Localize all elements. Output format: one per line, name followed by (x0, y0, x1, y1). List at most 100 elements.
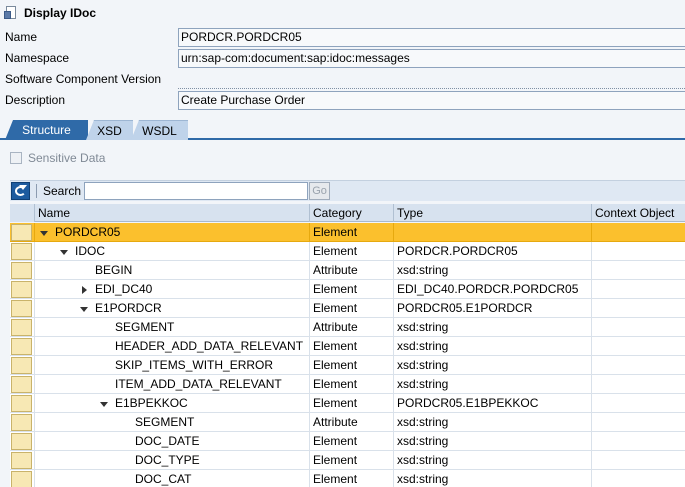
table-row[interactable]: E1BPEKKOC Element PORDCR05.E1BPEKKOC (10, 394, 685, 413)
cell-context (591, 242, 685, 261)
column-header-type[interactable]: Type (393, 204, 591, 222)
tab-wsdl[interactable]: WSDL (131, 120, 188, 140)
table-row[interactable]: DOC_DATE Element xsd:string (10, 432, 685, 451)
sensitive-data-label: Sensitive Data (28, 151, 106, 165)
sensitive-data-checkbox[interactable] (10, 152, 22, 164)
table-row[interactable]: DOC_TYPE Element xsd:string (10, 451, 685, 470)
table-row[interactable]: SKIP_ITEMS_WITH_ERROR Element xsd:string (10, 356, 685, 375)
table-row[interactable]: SEGMENT Attribute xsd:string (10, 413, 685, 432)
cell-type: PORDCR05.E1PORDCR (393, 299, 591, 318)
cell-category: Element (309, 299, 393, 318)
cell-context (591, 223, 685, 242)
software-component-row: Software Component Version (0, 69, 685, 90)
row-selector[interactable] (11, 281, 32, 298)
cell-type: xsd:string (393, 318, 591, 337)
row-selector[interactable] (11, 319, 32, 336)
row-selector[interactable] (11, 471, 32, 487)
namespace-field[interactable]: urn:sap-com:document:sap:idoc:messages (178, 49, 685, 68)
cell-context (591, 451, 685, 470)
cell-name: DOC_CAT (34, 470, 309, 487)
column-header-category[interactable]: Category (309, 204, 393, 222)
structure-toolbar: Search Go (10, 180, 685, 201)
row-selector[interactable] (11, 224, 32, 241)
row-selector[interactable] (11, 300, 32, 317)
cell-type: xsd:string (393, 470, 591, 487)
cell-category: Element (309, 432, 393, 451)
node-name: DOC_TYPE (135, 453, 200, 467)
column-header-name[interactable]: Name (34, 204, 309, 222)
expand-arrow-down-icon[interactable] (79, 304, 89, 314)
node-name: PORDCR05 (55, 225, 121, 239)
tab-strip: Structure XSD WSDL (0, 118, 685, 140)
node-name: EDI_DC40 (95, 282, 153, 296)
cell-name: SEGMENT (34, 318, 309, 337)
table-row[interactable]: EDI_DC40 Element EDI_DC40.PORDCR.PORDCR05 (10, 280, 685, 299)
refresh-button[interactable] (11, 182, 30, 200)
table-row[interactable]: SEGMENT Attribute xsd:string (10, 318, 685, 337)
column-header-context-object[interactable]: Context Object (591, 204, 685, 222)
table-row[interactable]: HEADER_ADD_DATA_RELEVANT Element xsd:strin… (10, 337, 685, 356)
cell-type: xsd:string (393, 375, 591, 394)
node-name: SEGMENT (135, 415, 195, 429)
table-row[interactable]: BEGIN Attribute xsd:string (10, 261, 685, 280)
name-field[interactable]: PORDCR.PORDCR05 (178, 28, 685, 47)
software-component-field[interactable] (178, 70, 685, 89)
expand-arrow-down-icon[interactable] (59, 247, 69, 257)
cell-name: HEADER_ADD_DATA_RELEVANT (34, 337, 309, 356)
node-name: E1BPEKKOC (115, 396, 188, 410)
description-label: Description (5, 93, 66, 107)
cell-name: SEGMENT (34, 413, 309, 432)
tab-xsd[interactable]: XSD (86, 120, 133, 140)
cell-name: DOC_TYPE (34, 451, 309, 470)
cell-context (591, 470, 685, 487)
description-field[interactable]: Create Purchase Order (178, 91, 685, 110)
cell-category: Element (309, 223, 393, 242)
row-selector[interactable] (11, 338, 32, 355)
cell-name: ITEM_ADD_DATA_RELEVANT (34, 375, 309, 394)
table-row[interactable]: IDOC Element PORDCR.PORDCR05 (10, 242, 685, 261)
go-button[interactable]: Go (309, 182, 331, 200)
table-row[interactable]: ITEM_ADD_DATA_RELEVANT Element xsd:string (10, 375, 685, 394)
cell-category: Element (309, 394, 393, 413)
search-label: Search (43, 184, 82, 198)
toolbar-separator (36, 184, 37, 198)
description-row: Description Create Purchase Order (0, 90, 685, 111)
table-row[interactable]: DOC_CAT Element xsd:string (10, 470, 685, 487)
cell-type: EDI_DC40.PORDCR.PORDCR05 (393, 280, 591, 299)
cell-type: xsd:string (393, 356, 591, 375)
node-name: E1PORDCR (95, 301, 162, 315)
row-selector[interactable] (11, 243, 32, 260)
expand-arrow-down-icon[interactable] (39, 228, 49, 238)
row-selector[interactable] (11, 452, 32, 469)
table-row[interactable]: E1PORDCR Element PORDCR05.E1PORDCR (10, 299, 685, 318)
cell-category: Attribute (309, 318, 393, 337)
row-selector[interactable] (11, 433, 32, 450)
cell-category: Element (309, 451, 393, 470)
cell-type: PORDCR05.E1BPEKKOC (393, 394, 591, 413)
select-all-corner[interactable] (10, 204, 34, 222)
tab-structure[interactable]: Structure (5, 120, 88, 140)
cell-category: Attribute (309, 261, 393, 280)
node-name: SEGMENT (115, 320, 175, 334)
row-selector[interactable] (11, 376, 32, 393)
cell-context (591, 375, 685, 394)
row-selector[interactable] (11, 357, 32, 374)
title-bar: Display IDoc (0, 0, 685, 26)
search-input[interactable] (84, 182, 309, 200)
cell-name: E1PORDCR (34, 299, 309, 318)
expand-arrow-down-icon[interactable] (99, 399, 109, 409)
row-selector[interactable] (11, 414, 32, 431)
expand-arrow-right-icon[interactable] (79, 285, 89, 295)
row-selector[interactable] (11, 262, 32, 279)
cell-type: xsd:string (393, 261, 591, 280)
table-row[interactable]: PORDCR05 Element (10, 223, 685, 242)
cell-category: Element (309, 337, 393, 356)
cell-type: xsd:string (393, 337, 591, 356)
cell-category: Element (309, 242, 393, 261)
row-selector[interactable] (11, 395, 32, 412)
